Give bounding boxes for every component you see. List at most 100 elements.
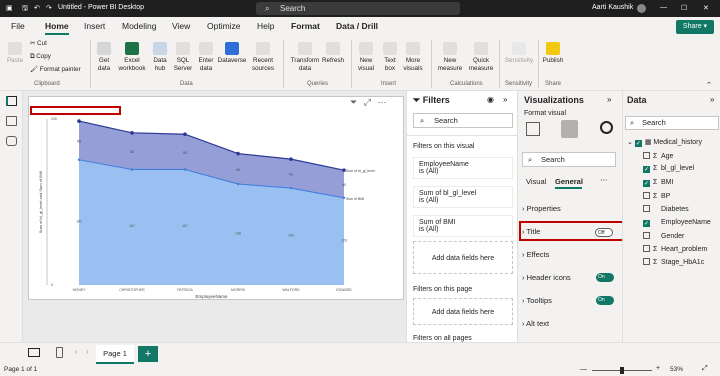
zoom-in-icon[interactable]: + <box>656 365 660 372</box>
section-alt-text[interactable]: › Alt text <box>522 319 549 328</box>
collapse-data-icon[interactable]: » <box>710 95 714 104</box>
focus-mode-icon[interactable]: ⤢ <box>364 97 371 107</box>
minimize-icon[interactable]: — <box>660 4 667 11</box>
section-title[interactable]: › Title <box>522 227 540 236</box>
section-effects[interactable]: › Effects <box>522 250 549 259</box>
publish-button[interactable]: Publish <box>541 42 565 65</box>
filter-drop-zone[interactable]: Add data fields here <box>413 241 513 274</box>
field-item[interactable]: Σ Age <box>643 152 673 160</box>
filter-card[interactable]: EmployeeName is (All) <box>413 157 513 179</box>
sensitivity-button[interactable]: Sensitivity <box>502 42 536 65</box>
undo-icon[interactable]: ↶ <box>34 4 40 12</box>
field-checkbox[interactable] <box>643 231 650 239</box>
field-checkbox[interactable] <box>643 205 650 213</box>
tab-modeling[interactable]: Modeling <box>122 21 157 31</box>
field-item[interactable]: ✓ EmployeeName <box>643 219 711 227</box>
close-icon[interactable]: ✕ <box>703 4 709 12</box>
field-item[interactable]: Diabetes <box>643 205 689 213</box>
field-checkbox[interactable]: ✓ <box>643 219 650 227</box>
section-properties[interactable]: › Properties <box>522 204 561 213</box>
page-tab[interactable]: Page 1 <box>96 345 134 364</box>
area-chart-visual[interactable]: 56 53 51 44 42 40 181 167 167 146 140 126 Sum of bl_… <box>28 96 404 300</box>
get-data-button[interactable]: Get data <box>94 42 114 72</box>
next-page-icon[interactable]: › <box>86 347 89 356</box>
desktop-layout-icon[interactable] <box>28 348 40 357</box>
header-icons-toggle[interactable]: On <box>596 273 614 282</box>
excel-button[interactable]: Excel workbook <box>117 42 147 72</box>
field-checkbox[interactable] <box>643 258 650 266</box>
eye-icon[interactable]: ◉ <box>487 95 494 104</box>
more-options-icon[interactable]: ⋯ <box>600 175 608 184</box>
report-view-icon[interactable] <box>6 96 17 106</box>
filters-search-input[interactable]: ⌕ Search <box>413 113 513 128</box>
sql-button[interactable]: SQL Server <box>172 42 194 72</box>
model-view-icon[interactable] <box>6 136 17 146</box>
share-button[interactable]: Share ▾ <box>676 20 714 34</box>
field-item[interactable]: Gender <box>643 231 684 240</box>
field-checkbox[interactable]: ✓ <box>643 166 650 174</box>
tab-visual[interactable]: Visual <box>526 177 546 186</box>
enter-data-button[interactable]: Enter data <box>197 42 215 72</box>
dataverse-button[interactable]: Dataverse <box>217 42 247 65</box>
table-medical-history[interactable]: ⌄ ✓ ▦ Medical_history <box>627 138 702 147</box>
field-checkbox[interactable] <box>643 152 650 159</box>
tab-optimize[interactable]: Optimize <box>207 21 241 31</box>
quick-measure-button[interactable]: Quick measure <box>466 42 496 72</box>
zoom-thumb[interactable] <box>620 367 624 374</box>
section-tooltips[interactable]: › Tooltips <box>522 296 552 305</box>
prev-page-icon[interactable]: ‹ <box>75 347 78 356</box>
tab-file[interactable]: File <box>11 21 25 31</box>
field-item[interactable]: Σ Stage_HbA1c <box>643 258 704 266</box>
data-hub-button[interactable]: Data hub <box>150 42 170 72</box>
table-view-icon[interactable] <box>6 116 17 126</box>
recent-sources-button[interactable]: Recent sources <box>249 42 277 72</box>
tab-format[interactable]: Format <box>291 21 320 31</box>
field-checkbox[interactable]: ✓ <box>643 179 650 187</box>
redo-icon[interactable]: ↷ <box>46 4 52 12</box>
title-search[interactable]: ⌕ Search <box>256 2 460 15</box>
format-painter-button[interactable]: 🖌 Format painter <box>30 66 81 74</box>
transform-data-button[interactable]: Transform data <box>288 42 322 72</box>
add-page-button[interactable]: + <box>138 346 158 362</box>
field-item[interactable]: Σ Heart_problem <box>643 245 707 253</box>
refresh-button[interactable]: Refresh <box>320 42 346 65</box>
filter-card[interactable]: Sum of BMI is (All) <box>413 215 513 237</box>
tab-general[interactable]: General <box>555 177 583 186</box>
field-item[interactable]: Σ BP <box>643 191 670 200</box>
zoom-out-icon[interactable]: — <box>580 366 587 373</box>
tab-data-drill[interactable]: Data / Drill <box>336 21 378 31</box>
table-checkbox[interactable]: ✓ <box>634 140 642 147</box>
fit-page-icon[interactable]: ⤢ <box>702 365 708 373</box>
paste-button[interactable]: Paste <box>4 42 26 65</box>
collapse-ribbon-icon[interactable]: ⌃ <box>706 81 712 89</box>
new-measure-button[interactable]: New measure <box>435 42 465 72</box>
avatar[interactable] <box>637 4 646 13</box>
filter-card[interactable]: Sum of bl_gl_level is (All) <box>413 186 513 208</box>
collapse-filters-icon[interactable]: » <box>503 95 507 104</box>
data-search-input[interactable]: ⌕ Search <box>625 116 719 130</box>
viz-search-input[interactable]: ⌕ Search <box>522 152 616 167</box>
collapse-viz-icon[interactable]: » <box>607 95 611 104</box>
cut-button[interactable]: ✂ Cut <box>30 40 47 48</box>
filter-icon[interactable]: ⏷ <box>350 97 357 107</box>
format-visual-icon[interactable] <box>561 120 578 138</box>
maximize-icon[interactable]: ☐ <box>681 4 687 12</box>
tab-view[interactable]: View <box>172 21 190 31</box>
tab-home[interactable]: Home <box>45 21 69 31</box>
tooltips-toggle[interactable]: On <box>596 296 614 305</box>
field-item[interactable]: ✓ Σ BMI <box>643 179 673 187</box>
field-item[interactable]: ✓ Σ bl_gl_level <box>643 165 694 174</box>
mobile-layout-icon[interactable] <box>56 347 63 358</box>
save-icon[interactable]: 🖫 <box>22 4 28 15</box>
more-options-icon[interactable]: ⋯ <box>377 97 386 107</box>
section-header-icons[interactable]: › Header icons <box>522 273 571 282</box>
tab-insert[interactable]: Insert <box>84 21 105 31</box>
new-visual-button[interactable]: New visual <box>354 42 378 72</box>
build-visual-icon[interactable] <box>526 122 540 136</box>
text-box-button[interactable]: Text box <box>380 42 400 72</box>
title-toggle[interactable]: Off <box>595 228 613 237</box>
filter-drop-zone-page[interactable]: Add data fields here <box>413 298 513 325</box>
analytics-icon[interactable] <box>600 121 613 134</box>
more-visuals-button[interactable]: More visuals <box>401 42 425 72</box>
tab-help[interactable]: Help <box>257 21 274 31</box>
